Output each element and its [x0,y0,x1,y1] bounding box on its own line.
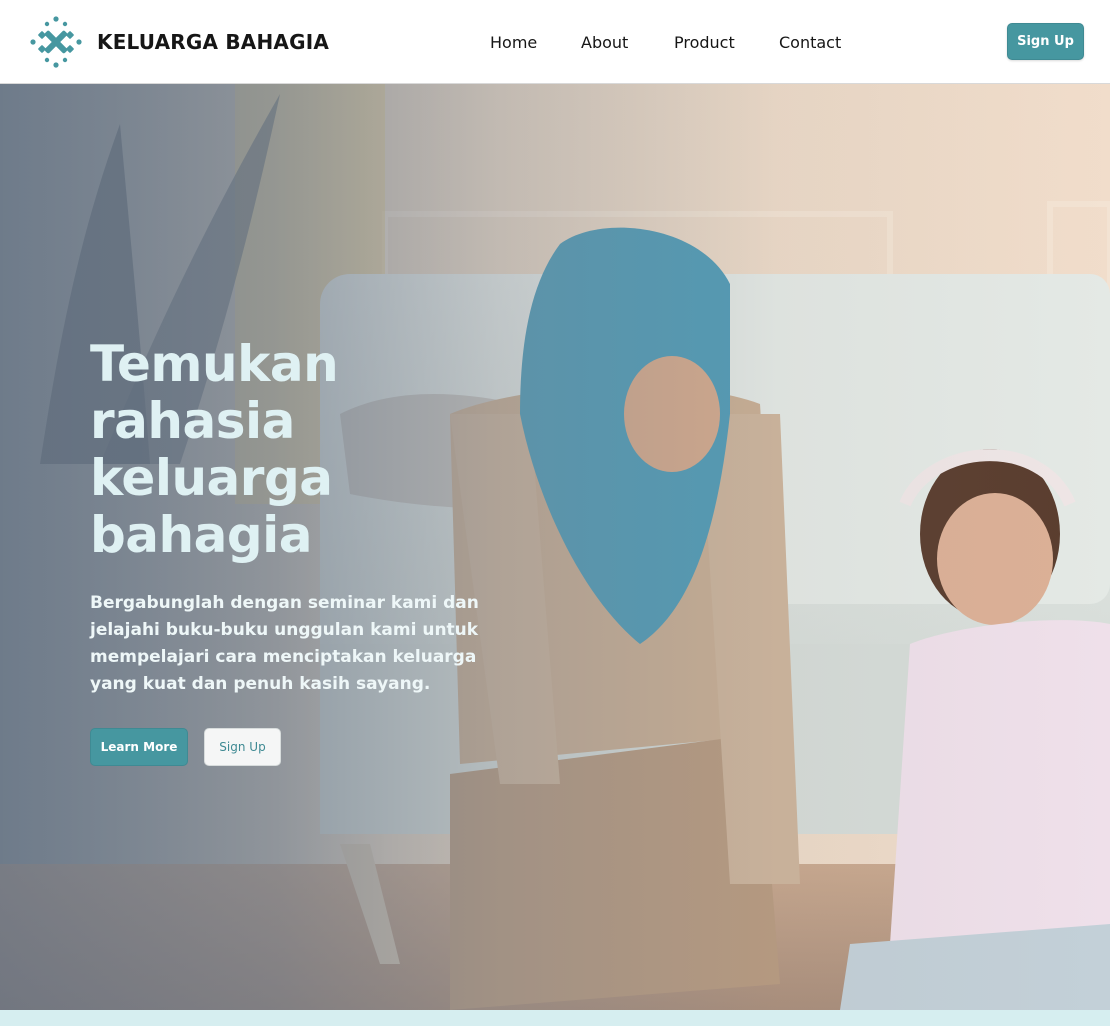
hero-title: Temukan rahasia keluarga bahagia [90,335,339,564]
nav-link-about[interactable]: About [581,33,628,52]
hero-signup-button[interactable]: Sign Up [204,728,281,766]
nav-link-home[interactable]: Home [490,33,537,52]
hero-section: Temukan rahasia keluarga bahagia Bergabu… [0,84,1110,1010]
hero-description: Bergabunglah dengan seminar kami dan jel… [90,593,479,694]
brand-name: KELUARGA BAHAGIA [97,30,330,54]
nav-signup-button[interactable]: Sign Up [1007,23,1084,60]
next-section-strip [0,1010,1110,1026]
brand-logo-icon [30,16,82,68]
hero-buttons: Learn More Sign Up [90,728,490,766]
nav-link-contact[interactable]: Contact [779,33,841,52]
nav-link-product[interactable]: Product [674,33,735,52]
brand[interactable]: KELUARGA BAHAGIA [30,16,329,68]
learn-more-button[interactable]: Learn More [90,728,188,766]
navbar: KELUARGA BAHAGIA Home About Product Cont… [0,0,1110,84]
hero-content: Temukan rahasia keluarga bahagia Bergabu… [90,336,490,766]
